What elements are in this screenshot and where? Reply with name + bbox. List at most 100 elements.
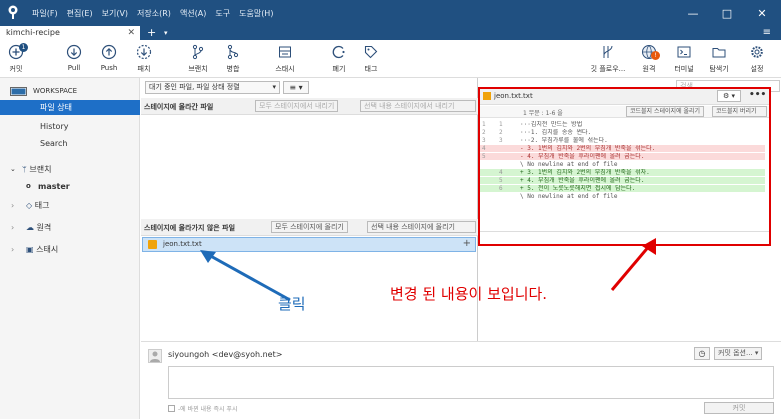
stashes-label: 스태시 <box>36 245 59 254</box>
stash-label: 스태시 <box>275 65 295 73</box>
branches-label: 브랜치 <box>29 165 52 174</box>
unstage-all-button[interactable]: 모두 스테이지에서 내리기 <box>255 100 339 112</box>
stash-icon <box>279 46 291 58</box>
menu-repository[interactable]: 저장소(R) <box>137 8 171 19</box>
new-tab-button[interactable]: + <box>147 26 156 39</box>
workspace-label: WORKSPACE <box>33 87 78 95</box>
new-line-number: 6 <box>499 185 503 192</box>
diff-line-add: 4 + 3. 1번의 김치와 2번의 부침개 반죽을 섞자. <box>479 169 765 176</box>
stage-hunk-button[interactable]: 코드블지 스테이지에 올리기 <box>626 106 705 117</box>
menu-actions[interactable]: 액션(A) <box>180 8 206 19</box>
pending-files-filter[interactable]: 대기 중인 파일, 파일 상태 정렬 ▾ <box>145 81 280 94</box>
sidebar-item-stashes[interactable]: › ▣ 스태시 <box>0 242 140 257</box>
current-branch-icon: o <box>26 182 31 190</box>
sidebar-item-file-status[interactable]: 파일 상태 <box>0 100 140 115</box>
discard-hunk-button[interactable]: 코드블지 버리기 <box>712 106 767 117</box>
diff-line-text: ···2. 부침가루를 물에 섞는다. <box>520 137 608 144</box>
menu-view[interactable]: 보기(V) <box>102 8 128 19</box>
minimize-button[interactable]: — <box>676 0 710 26</box>
diff-line-ctx: \ No newline at end of file <box>479 161 765 168</box>
workspace-monitor-icon <box>10 87 27 96</box>
workspace-header: WORKSPACE <box>10 84 138 99</box>
commit-badge: 1 <box>19 43 28 52</box>
sidebar: WORKSPACE 파일 상태 History Search ⌄ ᛘ 브랜치 o… <box>0 78 140 419</box>
discard-icon <box>332 45 345 59</box>
tag-icon <box>364 45 378 59</box>
diff-line-ctx: 2 2 ···1. 김치를 송송 썬다. <box>479 129 765 136</box>
staged-files-header: 스테이지에 올라간 파일 모두 스테이지에서 내리기 선택 내용 스테이지에서 … <box>141 98 478 115</box>
sidebar-item-history[interactable]: History <box>0 119 140 134</box>
diff-line-text: - 3. 1번의 김치와 2번의 부침개 반죽을 섞는다. <box>520 145 656 152</box>
commit-label: 커밋 <box>9 65 23 73</box>
diff-file-name: jeon.txt.txt <box>494 92 533 100</box>
diff-line-text: - 4. 부침개 반죽을 후라이팬에 올려 굽는다. <box>520 153 645 160</box>
more-options-icon[interactable]: ••• <box>749 90 766 100</box>
sidebar-item-search[interactable]: Search <box>0 136 140 151</box>
stage-selected-button[interactable]: 선택 내용 스테이지에 올리기 <box>367 221 476 233</box>
hamburger-menu-icon[interactable]: ≡ <box>763 26 771 40</box>
fetch-icon <box>136 44 152 60</box>
tab-dropdown-icon[interactable]: ▾ <box>164 26 168 40</box>
diff-line-del: 4 - 3. 1번의 김치와 2번의 부침개 반죽을 섞는다. <box>479 145 765 152</box>
new-line-number: 1 <box>499 121 503 128</box>
diff-line-ctx: \ No newline at end of file <box>479 193 765 200</box>
git-flow-button[interactable]: 깃 플로우... <box>586 44 630 74</box>
unstaged-files-title: 스테이지에 올라가지 않은 파일 <box>144 224 236 232</box>
file-row-jeon[interactable]: jeon.txt.txt + <box>142 237 476 252</box>
clock-icon[interactable]: ◷ <box>694 347 710 360</box>
menu-tools[interactable]: 도구 <box>215 8 230 19</box>
commit-message-input[interactable] <box>168 366 774 399</box>
merge-icon <box>227 44 239 60</box>
list-view-dropdown[interactable]: ≡ ▾ <box>283 81 309 94</box>
branch-icon <box>192 44 204 60</box>
commit-options-button[interactable]: 커밋 옵션... ▾ <box>714 347 763 360</box>
diff-line-text: + 5. 전이 노릇노릇해지면 접시에 담는다. <box>520 185 636 192</box>
menu-file[interactable]: 파일(F) <box>32 8 58 19</box>
close-window-button[interactable]: ✕ <box>745 0 779 26</box>
master-branch-label: master <box>38 182 70 191</box>
menu-help[interactable]: 도움말(H) <box>239 8 273 19</box>
diff-options-button[interactable]: ⚙ ▾ <box>717 90 741 102</box>
diff-line-ctx: 1 1 ···김치전 만드는 방법 <box>479 121 765 128</box>
old-line-number: 1 <box>482 121 486 128</box>
stage-all-button[interactable]: 모두 스테이지에 올리기 <box>271 221 348 233</box>
merge-button[interactable]: 병합 <box>211 44 255 74</box>
push-icon <box>101 44 117 60</box>
list-view-icon: ≡ ▾ <box>289 83 303 92</box>
old-line-number: 4 <box>482 145 486 152</box>
maximize-button[interactable]: □ <box>710 0 744 26</box>
settings-label: 설정 <box>750 65 764 73</box>
tag-button[interactable]: 태그 <box>349 44 393 74</box>
commit-button[interactable]: 1 커밋 <box>0 43 38 74</box>
old-line-number: 3 <box>482 137 486 144</box>
commit-author: siyoungoh <dev@syoh.net> <box>168 350 283 359</box>
stage-file-icon[interactable]: + <box>463 238 471 249</box>
new-line-number: 4 <box>499 169 503 176</box>
diff-line-ctx: 3 3 ···2. 부침가루를 물에 섞는다. <box>479 137 765 144</box>
terminal-icon <box>677 46 691 58</box>
chevron-down-icon: ⌄ <box>10 165 16 173</box>
chevron-right-icon: › <box>11 245 15 254</box>
staged-files-title: 스테이지에 올라간 파일 <box>144 103 214 111</box>
tab-kimchi-recipe[interactable]: kimchi-recipe ✕ <box>0 26 140 40</box>
unstage-selected-button[interactable]: 선택 내용 스테이지에서 내리기 <box>360 100 476 112</box>
old-line-number: 2 <box>482 129 486 136</box>
fetch-label: 패치 <box>137 65 151 73</box>
commit-submit-button[interactable]: 커밋 <box>704 402 774 414</box>
settings-button[interactable]: 설정 <box>735 44 779 74</box>
diff-panel: jeon.txt.txt ⚙ ▾ ••• 1 무문 : 1-6 을 코드블지 스… <box>479 88 769 245</box>
commit-area: siyoungoh <dev@syoh.net> ◷ 커밋 옵션... ▾ -에… <box>141 341 781 419</box>
stash-button[interactable]: 스태시 <box>263 44 307 74</box>
sidebar-item-master[interactable]: o master <box>0 179 140 194</box>
sidebar-item-tags[interactable]: › ◇ 태그 <box>0 198 140 213</box>
push-immediately-checkbox[interactable] <box>168 405 175 412</box>
close-tab-icon[interactable]: ✕ <box>127 26 135 40</box>
file-name: jeon.txt.txt <box>163 240 202 248</box>
fetch-button[interactable]: 패치 <box>122 44 166 74</box>
sidebar-item-branches[interactable]: ⌄ ᛘ 브랜치 <box>0 162 140 177</box>
stash-icon: ▣ <box>26 245 34 254</box>
modified-file-icon <box>148 240 157 249</box>
sidebar-item-remotes[interactable]: › ☁ 원격 <box>0 220 140 235</box>
diff-line-add: 6 + 5. 전이 노릇노릇해지면 접시에 담는다. <box>479 185 765 192</box>
menu-edit[interactable]: 편집(E) <box>67 8 93 19</box>
